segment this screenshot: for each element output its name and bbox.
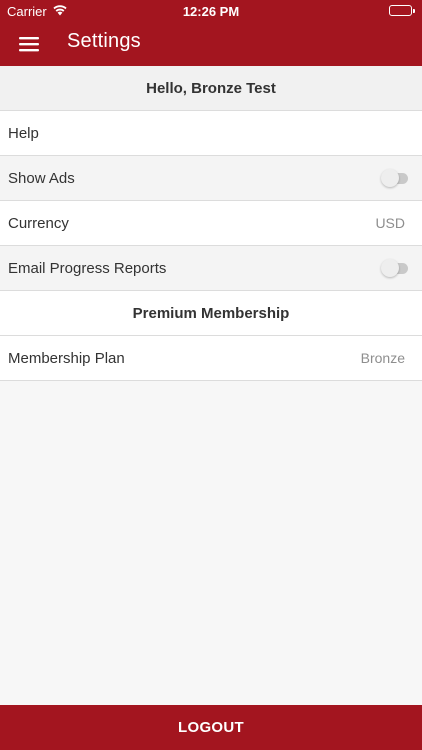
show-ads-label: Show Ads — [8, 169, 75, 187]
email-reports-label: Email Progress Reports — [8, 259, 167, 277]
status-time: 12:26 PM — [182, 4, 240, 19]
greeting-text: Hello, Bronze Test — [146, 79, 276, 97]
greeting-header: Hello, Bronze Test — [0, 66, 422, 111]
show-ads-toggle[interactable] — [379, 167, 411, 189]
app-root: Carrier 12:26 PM Settings Hello, Bronze … — [0, 0, 422, 750]
currency-label: Currency — [8, 214, 69, 232]
logout-label: LOGOUT — [178, 719, 244, 736]
currency-value: USD — [375, 215, 405, 231]
show-ads-row: Show Ads — [0, 156, 422, 201]
nav-bar: Settings — [0, 22, 422, 66]
email-reports-toggle[interactable] — [379, 257, 411, 279]
settings-list: Hello, Bronze Test Help Show Ads Currenc… — [0, 66, 422, 381]
help-row[interactable]: Help — [0, 111, 422, 156]
currency-row[interactable]: Currency USD — [0, 201, 422, 246]
logout-button[interactable]: LOGOUT — [0, 705, 422, 750]
premium-header: Premium Membership — [0, 291, 422, 336]
membership-plan-value: Bronze — [360, 350, 405, 366]
battery-icon — [389, 5, 415, 16]
toggle-knob — [381, 169, 399, 187]
page-title: Settings — [67, 30, 141, 52]
hamburger-menu-icon — [19, 37, 39, 52]
menu-button[interactable] — [12, 28, 46, 60]
membership-plan-label: Membership Plan — [8, 349, 125, 367]
premium-header-text: Premium Membership — [132, 304, 290, 322]
status-bar: Carrier 12:26 PM — [0, 0, 422, 22]
membership-plan-row[interactable]: Membership Plan Bronze — [0, 336, 422, 381]
toggle-knob — [381, 259, 399, 277]
email-reports-row: Email Progress Reports — [0, 246, 422, 291]
help-label: Help — [8, 124, 39, 142]
